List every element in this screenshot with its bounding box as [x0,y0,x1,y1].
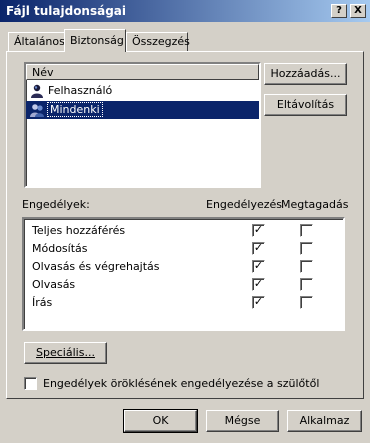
permission-name: Olvasás és végrehajtás [32,260,160,273]
remove-button-label: Eltávolítás [276,98,335,111]
window-title: Fájl tulajdonságai [6,4,127,18]
allow-column-header: Engedélyezés [206,198,283,211]
tab-security-label: Biztonság [70,34,124,47]
inherit-checkbox[interactable] [24,377,37,390]
name-column-label: Név [32,66,54,79]
permission-name: Módosítás [32,242,88,255]
advanced-button-label: Speciális... [36,346,95,359]
tab-summary-label: Összegzés [132,35,190,48]
help-icon: ? [336,5,342,16]
cancel-button[interactable]: Mégse [206,410,279,432]
apply-button[interactable]: Alkalmaz [287,410,362,432]
allow-checkbox[interactable]: ✓ [252,224,265,237]
deny-column-header: Megtagadás [281,198,349,211]
allow-checkbox[interactable]: ✓ [252,260,265,273]
tab-general[interactable]: Általános [8,32,65,51]
permission-name: Teljes hozzáférés [32,224,126,237]
ok-button[interactable]: OK [123,409,198,433]
deny-checkbox[interactable] [300,260,313,273]
add-button-label: Hozzáadás... [270,67,341,80]
user-label: Mindenki [47,102,103,117]
permission-name: Olvasás [32,278,76,291]
deny-checkbox[interactable] [300,242,313,255]
allow-checkbox[interactable]: ✓ [252,278,265,291]
tab-general-label: Általános [14,35,65,48]
deny-checkbox[interactable] [300,278,313,291]
deny-checkbox[interactable] [300,296,313,309]
close-icon: X [354,5,362,16]
allow-checkbox[interactable]: ✓ [252,296,265,309]
close-button[interactable]: X [350,4,366,18]
help-button[interactable]: ? [331,4,347,18]
permissions-label: Engedélyek: [22,198,90,211]
group-icon [30,104,44,117]
allow-checkbox[interactable]: ✓ [252,242,265,255]
user-icon [31,84,43,98]
add-button[interactable]: Hozzáadás... [264,63,347,85]
ok-button-label: OK [152,414,169,427]
name-column-header[interactable]: Név [26,64,259,80]
advanced-button[interactable]: Speciális... [24,342,107,364]
user-label: Felhasználó [48,84,113,97]
deny-checkbox[interactable] [300,224,313,237]
user-item-felhasznalo[interactable]: Felhasználó [26,82,259,100]
inherit-label: Engedélyek öröklésének engedélyezése a s… [43,377,320,390]
tab-security[interactable]: Biztonság [64,29,126,52]
title-bar[interactable]: Fájl tulajdonságai ? X [0,0,370,22]
apply-button-label: Alkalmaz [299,414,350,427]
tab-summary[interactable]: Összegzés [126,32,190,51]
remove-button[interactable]: Eltávolítás [264,94,347,116]
permission-name: Írás [32,296,53,309]
user-item-mindenki[interactable]: Mindenki [26,101,259,119]
user-list[interactable] [24,62,261,188]
cancel-button-label: Mégse [224,414,261,427]
